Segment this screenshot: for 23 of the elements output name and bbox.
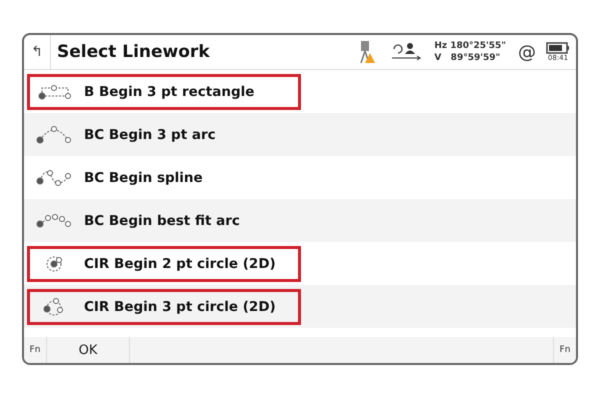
screen-title: Select Linework [57, 42, 211, 62]
fn-key[interactable]: Fn [24, 337, 46, 363]
circle-linework-icon [43, 298, 64, 316]
linework-option[interactable]: CIR Begin 2 pt circle (2D) [27, 246, 301, 282]
rectangle-linework-icon [38, 84, 72, 100]
linework-option[interactable]: BC Begin best fit arc [27, 202, 301, 238]
instrument-warning-icon [358, 40, 376, 64]
fn-key[interactable]: Fn [554, 337, 576, 363]
battery-icon [546, 42, 570, 54]
horizontal-angle: Hz 180°25'55" [434, 40, 506, 52]
back-button[interactable]: ↰ [24, 35, 51, 69]
arc-linework-icon [36, 126, 72, 144]
linework-option[interactable]: BC Begin 3 pt arc [27, 116, 301, 152]
linework-option[interactable]: BC Begin spline [27, 160, 301, 196]
arc-linework-icon [36, 168, 72, 186]
sync-person-icon [390, 41, 424, 63]
vertical-angle: V 89°59'59" [434, 52, 502, 64]
linework-option[interactable]: B Begin 3 pt rectangle [27, 74, 301, 110]
linework-option[interactable]: CIR Begin 3 pt circle (2D) [27, 288, 301, 324]
arc-linework-icon [36, 214, 72, 228]
connection-status: @ [518, 42, 536, 62]
ok-button[interactable]: OK [46, 337, 130, 363]
circle-linework-icon [46, 256, 64, 272]
